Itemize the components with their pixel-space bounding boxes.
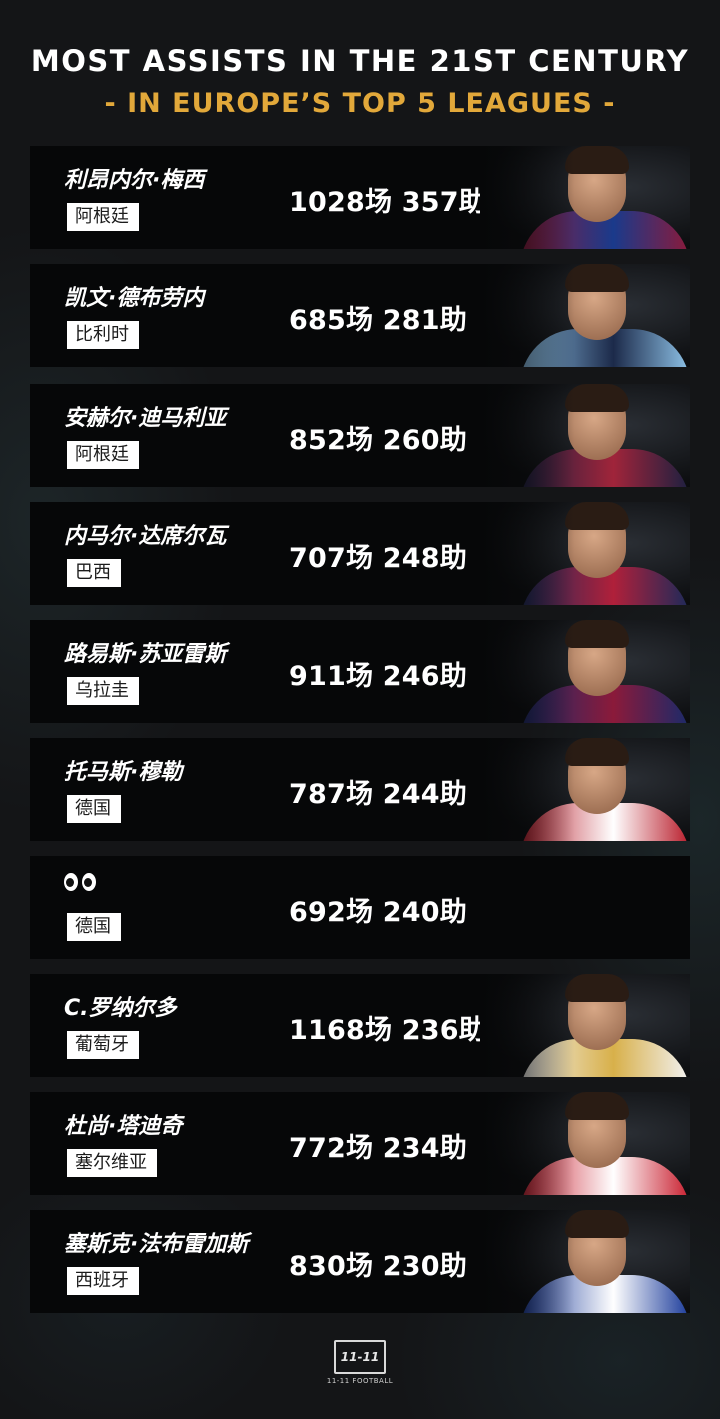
- page-subtitle: - IN EUROPE’S TOP 5 LEAGUES -: [104, 88, 616, 119]
- player-name: [64, 872, 96, 897]
- player-stats: 707场 248助: [289, 543, 467, 574]
- player-name: 塞斯克·法布雷加斯: [64, 1232, 249, 1257]
- player-name: C.罗纳尔多: [64, 996, 177, 1021]
- player-stats: 852场 260助: [289, 425, 467, 456]
- list-item: 利昂内尔·梅西 阿根廷 1028场 357助: [30, 146, 690, 249]
- player-name: 路易斯·苏亚雷斯: [64, 642, 227, 667]
- player-stats: 772场 234助: [289, 1133, 467, 1164]
- player-stats: 830场 230助: [289, 1251, 467, 1282]
- player-photo: [480, 146, 690, 249]
- eyes-icon: [64, 873, 96, 891]
- page-title: MOST ASSISTS IN THE 21ST CENTURY: [30, 44, 690, 78]
- country-badge: 比利时: [67, 321, 139, 349]
- list-item: C.罗纳尔多 葡萄牙 1168场 236助: [30, 974, 690, 1077]
- list-item: 凯文·德布劳内 比利时 685场 281助: [30, 264, 690, 367]
- country-badge: 葡萄牙: [67, 1031, 139, 1059]
- player-name: 内马尔·达席尔瓦: [64, 524, 227, 549]
- player-stats: 1028场 357助: [289, 187, 486, 218]
- player-stats: 692场 240助: [289, 897, 467, 928]
- list-item: 托马斯·穆勒 德国 787场 244助: [30, 738, 690, 841]
- player-photo: [480, 384, 690, 487]
- list-item: 塞斯克·法布雷加斯 西班牙 830场 230助: [30, 1210, 690, 1313]
- player-name: 安赫尔·迪马利亚: [64, 406, 227, 431]
- player-stats: 787场 244助: [289, 779, 467, 810]
- player-photo: [480, 1092, 690, 1195]
- player-stats: 685场 281助: [289, 305, 467, 336]
- player-name: 凯文·德布劳内: [64, 286, 205, 311]
- brand-caption: 11-11 FOOTBALL: [326, 1377, 394, 1385]
- list-item: 路易斯·苏亚雷斯 乌拉圭 911场 246助: [30, 620, 690, 723]
- country-badge: 乌拉圭: [67, 677, 139, 705]
- player-photo: [480, 738, 690, 841]
- country-badge: 德国: [67, 913, 121, 941]
- country-badge: 西班牙: [67, 1267, 139, 1295]
- brand-logo: 11-11: [334, 1340, 386, 1374]
- list-item: 德国 692场 240助: [30, 856, 690, 959]
- country-badge: 德国: [67, 795, 121, 823]
- player-name: 托马斯·穆勒: [64, 760, 183, 785]
- player-photo: [480, 502, 690, 605]
- list-item: 杜尚·塔迪奇 塞尔维亚 772场 234助: [30, 1092, 690, 1195]
- player-stats: 1168场 236助: [289, 1015, 486, 1046]
- player-photo: [480, 974, 690, 1077]
- player-name: 利昂内尔·梅西: [64, 168, 205, 193]
- country-badge: 阿根廷: [67, 203, 139, 231]
- player-photo: [480, 1210, 690, 1313]
- list-item: 内马尔·达席尔瓦 巴西 707场 248助: [30, 502, 690, 605]
- list-item: 安赫尔·迪马利亚 阿根廷 852场 260助: [30, 384, 690, 487]
- country-badge: 巴西: [67, 559, 121, 587]
- player-photo: [480, 620, 690, 723]
- player-photo: [480, 264, 690, 367]
- player-stats: 911场 246助: [289, 661, 467, 692]
- player-name: 杜尚·塔迪奇: [64, 1114, 183, 1139]
- country-badge: 塞尔维亚: [67, 1149, 157, 1177]
- country-badge: 阿根廷: [67, 441, 139, 469]
